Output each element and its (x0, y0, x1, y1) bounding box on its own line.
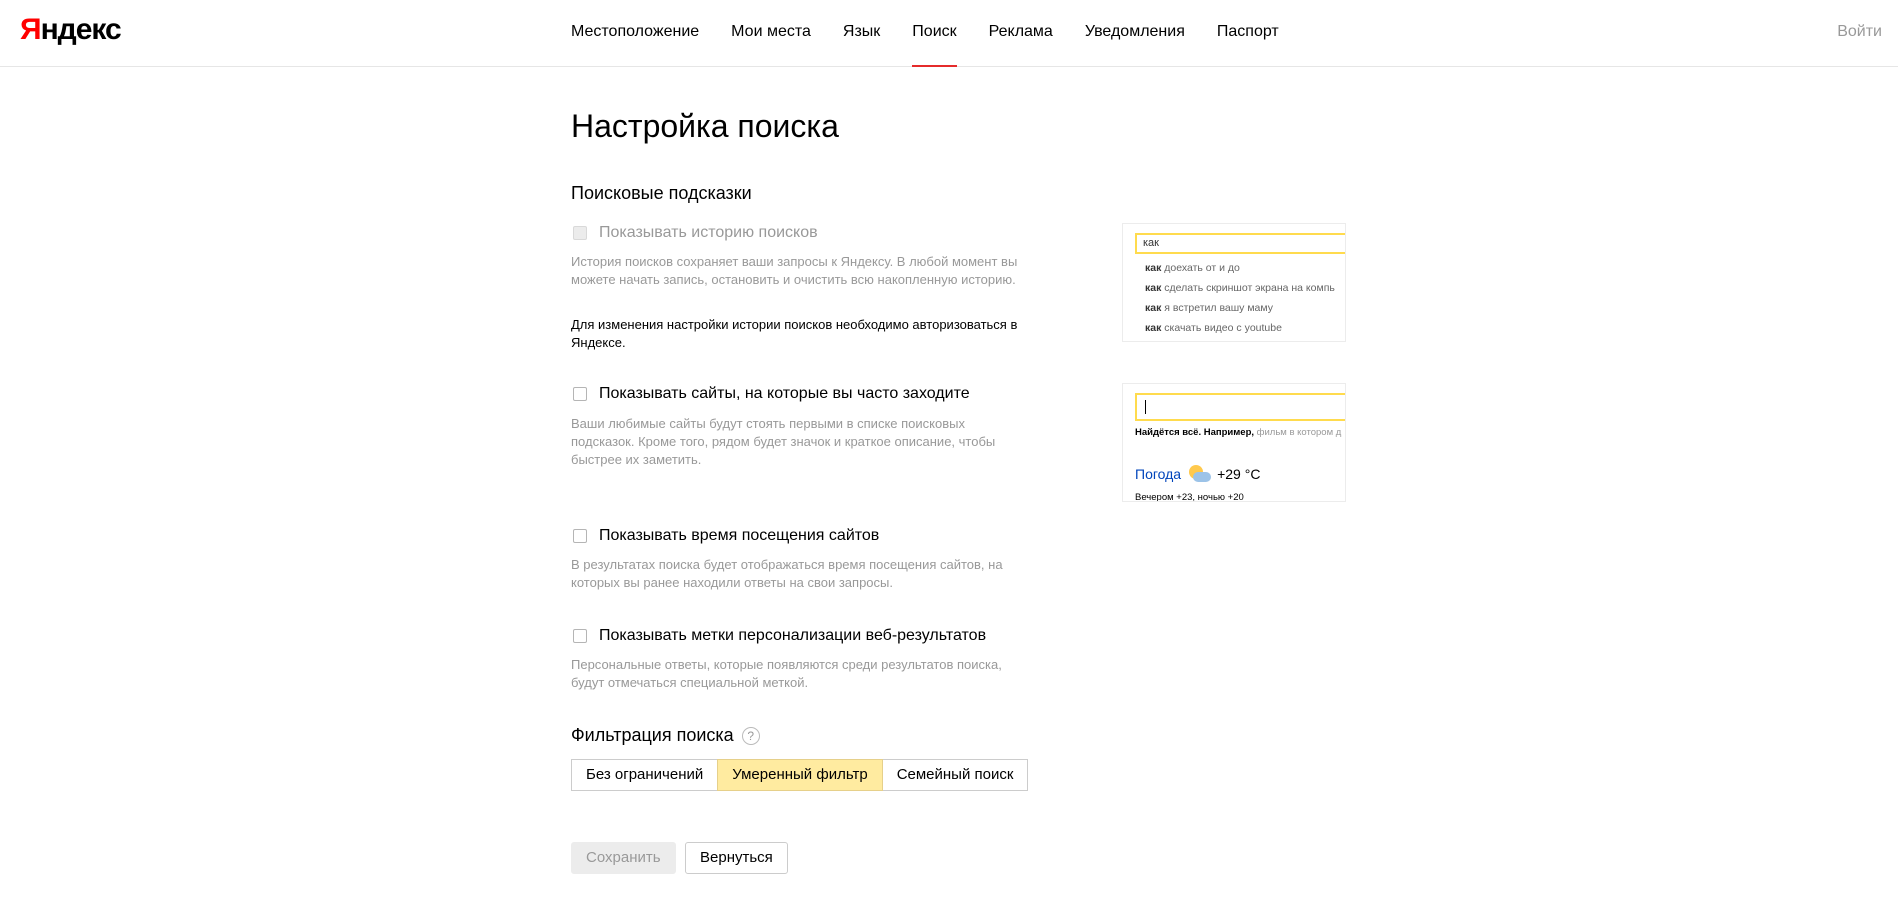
preview-suggestion: как скачать видео с youtube (1145, 322, 1282, 334)
history-auth-note: Для изменения настройки истории поисков … (571, 317, 1018, 350)
preview-search-input: как (1135, 233, 1345, 254)
login-link[interactable]: Войти (1837, 0, 1882, 64)
preview-suggestion: как доехать от и до (1145, 262, 1240, 274)
history-label: Показывать историю поисков (599, 224, 818, 241)
yandex-logo[interactable]: Яндекс (20, 13, 122, 47)
filter-option-no-limits[interactable]: Без ограничений (571, 759, 719, 791)
personal-option: Показывать метки персонализации веб-резу… (573, 627, 986, 645)
personal-description: Персональные ответы, которые появляются … (571, 657, 1002, 690)
visit-time-option: Показывать время посещения сайтов (573, 527, 879, 545)
visit-time-description: В результатах поиска будет отображаться … (571, 557, 1003, 590)
preview-hint: Найдётся всё. Например, фильм в котором … (1135, 427, 1342, 438)
back-button[interactable]: Вернуться (685, 842, 788, 874)
filter-segmented-control: Без ограничений Умеренный фильтр Семейны… (571, 759, 1029, 791)
sites-description: Ваши любимые сайты будут стоять первыми … (571, 416, 996, 467)
header: Яндекс Местоположение Мои места Язык Пои… (0, 0, 1898, 67)
history-description: История поисков сохраняет ваши запросы к… (571, 254, 1018, 287)
personal-checkbox[interactable] (573, 629, 587, 643)
help-icon[interactable]: ? (741, 726, 760, 745)
preview-suggestion: как сделать скриншот экрана на компь (1145, 282, 1335, 294)
filter-section-title: Фильтрация поиска ? (571, 725, 760, 746)
nav-ads[interactable]: Реклама (989, 0, 1053, 66)
visit-time-label[interactable]: Показывать время посещения сайтов (599, 527, 879, 545)
nav-search[interactable]: Поиск (912, 0, 957, 67)
history-option: Показывать историю поисков (573, 224, 818, 242)
suggest-section-title: Поисковые подсказки (571, 183, 752, 203)
text-caret (1145, 400, 1146, 414)
sun-cloud-icon (1187, 465, 1212, 483)
visit-time-checkbox[interactable] (573, 529, 587, 543)
preview-suggestion: как я встретил вашу маму (1145, 302, 1273, 314)
preview-search-input (1135, 393, 1345, 421)
history-preview: как как доехать от и до как сделать скри… (1122, 223, 1346, 342)
sites-preview: Найдётся всё. Например, фильм в котором … (1122, 383, 1346, 502)
weather-forecast: Вечером +23, ночью +20 (1135, 492, 1244, 502)
sites-option: Показывать сайты, на которые вы часто за… (573, 385, 970, 403)
filter-option-moderate[interactable]: Умеренный фильтр (717, 759, 883, 791)
sites-label[interactable]: Показывать сайты, на которые вы часто за… (599, 385, 970, 403)
preview-weather: Погода +29 °C (1135, 465, 1260, 483)
nav-location[interactable]: Местоположение (571, 0, 699, 66)
nav-notifications[interactable]: Уведомления (1085, 0, 1185, 66)
nav-language[interactable]: Язык (843, 0, 880, 66)
filter-title-text: Фильтрация поиска (571, 725, 734, 745)
personal-label[interactable]: Показывать метки персонализации веб-резу… (599, 627, 986, 645)
filter-option-family[interactable]: Семейный поиск (881, 759, 1029, 791)
page-title: Настройка поиска (571, 108, 839, 144)
sites-checkbox[interactable] (573, 387, 587, 401)
weather-link: Погода (1135, 466, 1182, 482)
weather-temperature: +29 °C (1217, 466, 1261, 482)
nav-passport[interactable]: Паспорт (1217, 0, 1279, 66)
top-nav: Местоположение Мои места Язык Поиск Рекл… (571, 0, 1311, 67)
save-button[interactable]: Сохранить (571, 842, 676, 874)
history-checkbox[interactable] (573, 226, 587, 240)
nav-my-places[interactable]: Мои места (731, 0, 811, 66)
